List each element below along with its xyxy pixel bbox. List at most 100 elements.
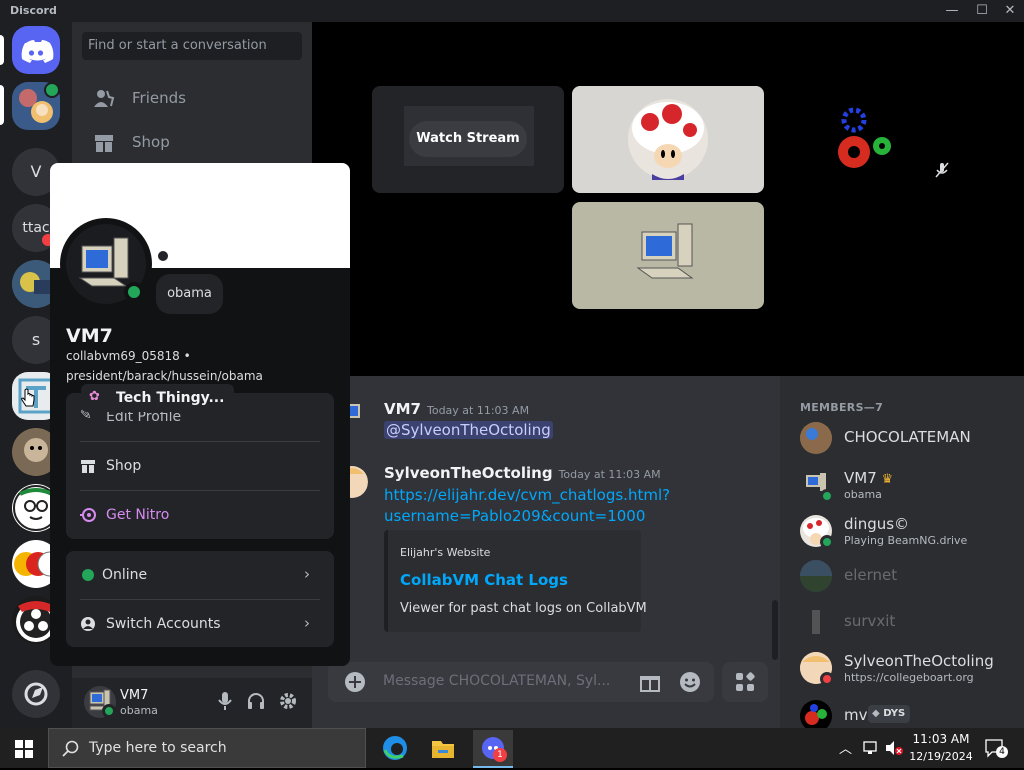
minimize-icon[interactable]: — — [940, 2, 964, 20]
guild-label: s — [31, 330, 41, 349]
guild-tag-badge: ◆ DYS — [868, 705, 911, 723]
custom-status-bubble[interactable]: obama — [156, 274, 223, 314]
headphones-icon[interactable] — [246, 691, 266, 711]
member-item[interactable]: CHOCOLATEMAN — [800, 418, 1010, 458]
direct-messages-button[interactable] — [12, 26, 60, 74]
tag-icon: ◆ — [872, 708, 880, 719]
compass-icon — [24, 682, 48, 706]
member-name: elernet — [844, 566, 898, 584]
stream-tile[interactable]: Watch Stream — [372, 86, 564, 193]
user-mention[interactable]: @SylveonTheOctoling — [384, 421, 553, 439]
message-input[interactable]: Message CHOCOLATEMAN, Syl... — [383, 673, 610, 689]
network-icon[interactable] — [862, 740, 880, 756]
discover-button[interactable] — [12, 670, 60, 718]
discord-taskbar-button[interactable]: 1 — [473, 730, 513, 768]
guild-label: V — [30, 162, 42, 181]
online-status-icon — [820, 489, 834, 503]
sidebar-item-label: Shop — [132, 133, 170, 151]
member-status: https://collegeboart.org — [844, 671, 974, 684]
online-status-icon — [102, 704, 116, 718]
member-avatar-icon — [800, 422, 832, 454]
chevron-up-icon[interactable]: ︿ — [839, 738, 852, 757]
tag-text: DYS — [883, 708, 906, 719]
edge-icon — [383, 736, 407, 760]
member-avatar-icon — [800, 560, 832, 592]
member-name: dingus© — [844, 515, 910, 533]
message-link[interactable]: https://elijahr.dev/cvm_chatlogs.html? u… — [384, 485, 670, 527]
user-name: VM7 — [120, 688, 149, 703]
maximize-icon[interactable]: ☐ — [970, 2, 994, 20]
notification-center-button[interactable]: 4 — [984, 738, 1008, 758]
member-status: obama — [844, 488, 882, 501]
avatar — [800, 560, 832, 592]
computer-avatar-icon — [636, 223, 694, 279]
user-status: obama — [120, 704, 158, 717]
profile-menu: ✎ Edit Profile Shop Get Nitro — [66, 393, 334, 539]
crown-icon: ♛ — [881, 472, 894, 487]
search-input[interactable]: Find or start a conversation — [82, 32, 302, 60]
gift-icon[interactable] — [639, 671, 661, 693]
server-tag-tooltip: ✿ Tech Thingy... — [81, 384, 235, 412]
menu-item-label: Shop — [106, 458, 142, 474]
menu-item-label: Get Nitro — [106, 507, 170, 523]
add-attachment-icon[interactable] — [344, 671, 366, 693]
watch-stream-button[interactable]: Watch Stream — [409, 121, 527, 157]
emoji-icon[interactable] — [679, 671, 701, 693]
shop-icon — [95, 135, 113, 152]
member-item[interactable]: VM7 ♛ obama — [800, 465, 1010, 505]
video-tile[interactable] — [572, 86, 764, 193]
switch-accounts-button[interactable]: Switch Accounts › — [80, 609, 320, 639]
member-item[interactable]: mv ◆ DYS — [800, 696, 1010, 732]
member-item[interactable]: dingus© Playing BeamNG.drive — [800, 511, 1010, 551]
chevron-right-icon: › — [304, 565, 310, 583]
member-name: CHOCOLATEMAN — [844, 428, 971, 446]
link-line[interactable]: https://elijahr.dev/cvm_chatlogs.html? — [384, 485, 670, 506]
file-explorer-taskbar-button[interactable] — [425, 730, 461, 766]
notification-count: 4 — [996, 746, 1008, 758]
sidebar-item-label: Friends — [132, 89, 186, 107]
folder-icon — [432, 741, 454, 758]
member-name: SylveonTheOctoling — [844, 652, 994, 670]
member-item-offline[interactable]: elernet — [800, 556, 1010, 596]
shop-button[interactable]: Shop — [80, 451, 320, 481]
sidebar-item-friends[interactable]: Friends — [80, 79, 304, 119]
close-icon[interactable]: ✕ — [998, 2, 1022, 20]
message-author[interactable]: VM7 — [384, 400, 421, 418]
divider — [80, 599, 320, 600]
member-status: Playing BeamNG.drive — [844, 534, 968, 547]
volume-muted-icon[interactable] — [884, 740, 904, 756]
clock[interactable]: 11:03 AM 12/19/2024 — [906, 731, 976, 765]
get-nitro-button[interactable]: Get Nitro — [80, 500, 320, 530]
member-name: VM7 ♛ — [844, 469, 893, 487]
member-name: survxit — [844, 612, 896, 630]
friends-icon — [94, 90, 115, 107]
gear-icon[interactable] — [278, 691, 298, 711]
message-body: @SylveonTheOctoling — [384, 420, 553, 439]
microphone-icon[interactable] — [216, 691, 234, 711]
embed-title[interactable]: CollabVM Chat Logs — [400, 571, 568, 589]
link-line[interactable]: username=Pablo209&count=1000 — [384, 506, 670, 527]
selected-indicator — [0, 35, 4, 65]
member-item-offline[interactable]: survxit — [800, 602, 1010, 642]
pronouns: president/barack/hussein/obama — [66, 369, 263, 383]
divider — [80, 490, 320, 491]
chevron-right-icon: › — [304, 614, 310, 632]
message-timestamp: Today at 11:03 AM — [558, 468, 661, 481]
sidebar-item-shop[interactable]: Shop — [80, 123, 304, 163]
taskbar-search-placeholder: Type here to search — [89, 740, 227, 756]
chat-scrollbar[interactable] — [772, 600, 778, 660]
shop-icon — [81, 460, 95, 473]
member-item[interactable]: SylveonTheOctoling https://collegeboart.… — [800, 648, 1010, 688]
video-tile[interactable] — [572, 202, 764, 309]
online-status-button[interactable]: Online › — [80, 560, 320, 590]
member-list-header: MEMBERS—7 — [800, 401, 884, 414]
online-status-icon — [82, 569, 94, 581]
video-tile[interactable] — [772, 86, 964, 193]
message-author[interactable]: SylveonTheOctoling — [384, 464, 553, 482]
server-tag-icon: ✿ — [89, 389, 100, 404]
bubble-tail — [158, 251, 168, 261]
apps-button[interactable] — [722, 662, 768, 702]
edge-taskbar-button[interactable] — [377, 730, 413, 766]
windows-start-icon[interactable] — [15, 740, 33, 758]
taskbar-search-input[interactable]: Type here to search — [48, 728, 366, 768]
